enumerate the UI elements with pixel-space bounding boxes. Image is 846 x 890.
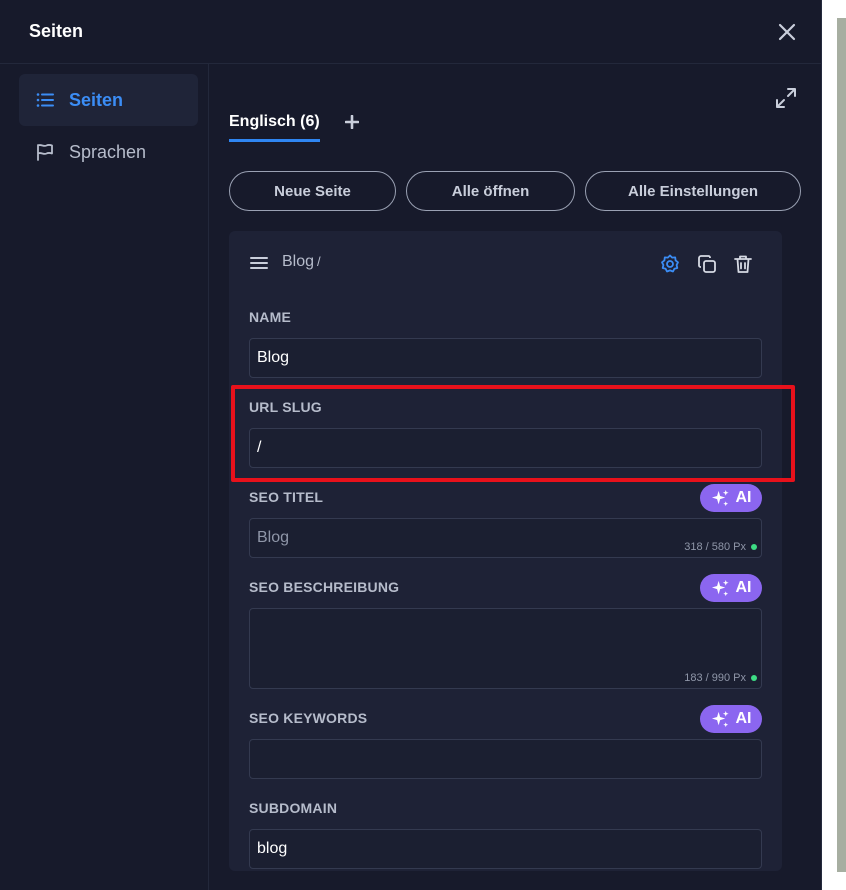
expand-icon[interactable] bbox=[774, 86, 798, 110]
seo-title-label: SEO TITEL bbox=[249, 489, 324, 505]
sparkle-icon bbox=[711, 710, 729, 727]
breadcrumb-page: Blog bbox=[282, 253, 315, 270]
seo-title-placeholder: Blog bbox=[257, 529, 290, 546]
seo-title-field[interactable]: Blog 318 / 580 Px bbox=[249, 518, 762, 558]
new-page-button[interactable]: Neue Seite bbox=[229, 171, 396, 211]
background-panel bbox=[837, 18, 846, 872]
main-panel: Englisch (6) Neue Seite Alle öffnen Alle… bbox=[209, 64, 822, 890]
url-slug-field[interactable]: / bbox=[249, 428, 762, 468]
seo-keywords-field[interactable] bbox=[249, 739, 762, 779]
seo-keywords-ai-button[interactable]: AI bbox=[700, 705, 762, 733]
drag-handle-icon[interactable] bbox=[249, 253, 269, 273]
open-all-button[interactable]: Alle öffnen bbox=[406, 171, 575, 211]
subdomain-field[interactable]: blog bbox=[249, 829, 762, 869]
seo-title-counter: 318 / 580 Px bbox=[684, 541, 757, 553]
background-page-edge bbox=[822, 0, 846, 890]
pages-modal: Seiten Seiten Sprachen Englisch (6) Neue… bbox=[0, 0, 822, 890]
add-language-button[interactable] bbox=[344, 113, 360, 133]
ai-label: AI bbox=[735, 489, 752, 506]
sidebar-item-seiten[interactable]: Seiten bbox=[19, 74, 198, 126]
breadcrumb: Blog / bbox=[282, 253, 321, 271]
all-settings-button[interactable]: Alle Einstellungen bbox=[585, 171, 801, 211]
status-dot bbox=[751, 544, 757, 550]
list-icon bbox=[35, 90, 55, 110]
flag-icon bbox=[35, 142, 55, 162]
seo-title-ai-button[interactable]: AI bbox=[700, 484, 762, 512]
sparkle-icon bbox=[711, 579, 729, 596]
page-card-header: Blog / bbox=[229, 231, 782, 295]
trash-icon[interactable] bbox=[732, 253, 754, 275]
sparkle-icon bbox=[711, 489, 729, 506]
plus-icon bbox=[344, 114, 360, 130]
seo-description-field[interactable]: 183 / 990 Px bbox=[249, 608, 762, 689]
page-card: Blog / NAME Blog URL SLUG / SEO TITEL AI… bbox=[229, 231, 782, 871]
sidebar-item-label: Sprachen bbox=[69, 141, 147, 162]
duplicate-icon[interactable] bbox=[696, 253, 718, 275]
tab-englisch[interactable]: Englisch (6) bbox=[229, 113, 320, 142]
status-dot bbox=[751, 675, 757, 681]
ai-label: AI bbox=[735, 579, 752, 596]
sidebar-item-label: Seiten bbox=[69, 89, 124, 110]
sidebar: Seiten Sprachen bbox=[0, 64, 209, 890]
seo-keywords-label: SEO KEYWORDS bbox=[249, 710, 368, 726]
seo-description-counter: 183 / 990 Px bbox=[684, 672, 757, 684]
seo-description-label: SEO BESCHREIBUNG bbox=[249, 579, 400, 595]
modal-title: Seiten bbox=[29, 21, 84, 41]
modal-header: Seiten bbox=[0, 0, 822, 64]
breadcrumb-separator: / bbox=[317, 254, 321, 269]
subdomain-label: SUBDOMAIN bbox=[249, 800, 338, 816]
sidebar-item-sprachen[interactable]: Sprachen bbox=[19, 126, 198, 178]
close-icon[interactable] bbox=[775, 20, 799, 44]
url-slug-label: URL SLUG bbox=[249, 399, 322, 415]
seo-description-ai-button[interactable]: AI bbox=[700, 574, 762, 602]
name-label: NAME bbox=[249, 309, 292, 325]
settings-gear-icon[interactable] bbox=[659, 253, 681, 275]
ai-label: AI bbox=[735, 710, 752, 727]
name-field[interactable]: Blog bbox=[249, 338, 762, 378]
